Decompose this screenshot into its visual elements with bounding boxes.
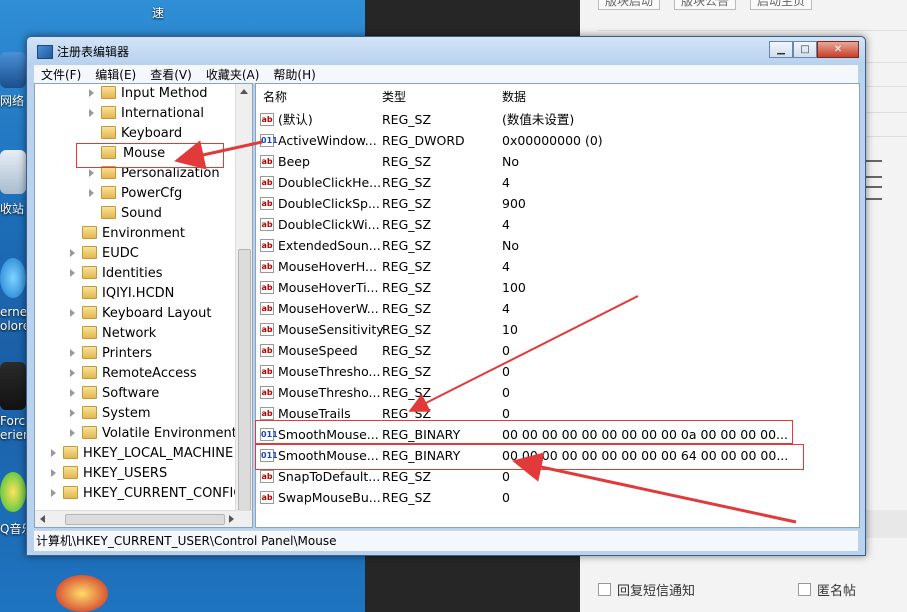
- arrow-to-smoothmouse-x: [408, 295, 639, 412]
- arrow-to-smoothmouse-y: [512, 452, 797, 524]
- annotation-arrows: [174, 140, 797, 524]
- arrow-to-mouse: [174, 140, 263, 170]
